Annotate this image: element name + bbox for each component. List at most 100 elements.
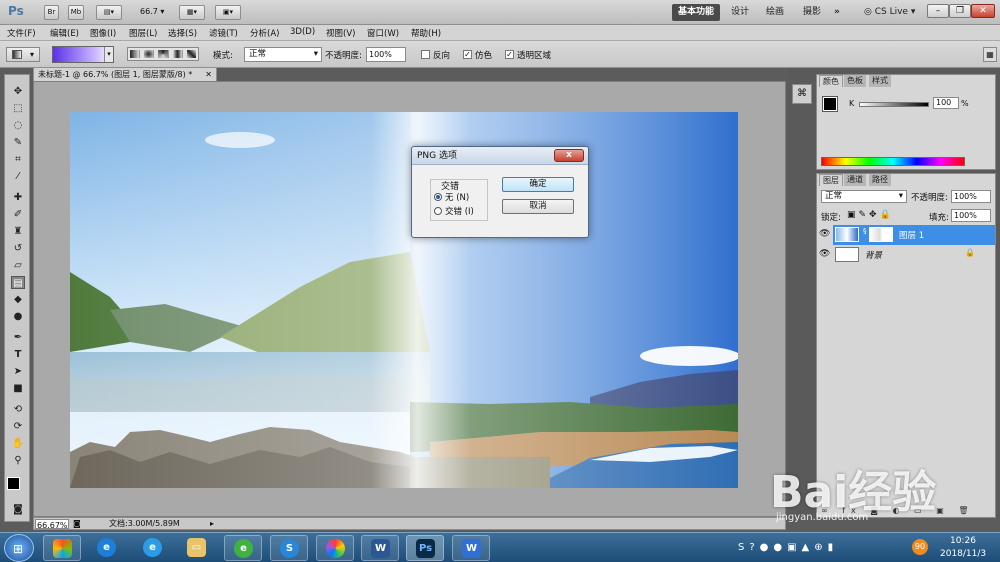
tab-layers[interactable]: 图层: [819, 174, 843, 186]
layer-row-background[interactable]: 背景 🔒: [833, 246, 995, 264]
zoom-tool-icon[interactable]: ⚲: [11, 454, 25, 467]
radio-interlaced[interactable]: [434, 207, 442, 215]
taskbar-ie-2[interactable]: e: [134, 535, 172, 561]
taskbar-photoshop[interactable]: Ps: [406, 535, 444, 561]
menu-filter[interactable]: 滤镜(T): [209, 27, 238, 39]
tab-color[interactable]: 颜色: [819, 75, 843, 87]
k-slider[interactable]: [859, 102, 929, 107]
layer-1-mask-thumbnail[interactable]: [869, 227, 893, 242]
status-info-icon[interactable]: ◙: [73, 518, 81, 529]
background-visibility-icon[interactable]: 👁: [819, 249, 830, 259]
ok-button[interactable]: 确定: [502, 177, 574, 192]
opacity-input[interactable]: 100%: [366, 47, 406, 62]
link-icon[interactable]: §: [863, 227, 867, 242]
tab-styles[interactable]: 样式: [869, 75, 891, 87]
dialog-title-bar[interactable]: PNG 选项 x: [412, 147, 588, 165]
quick-mask-icon[interactable]: ◙: [11, 503, 25, 516]
diamond-gradient-icon[interactable]: [186, 50, 197, 58]
layer-1-visibility-icon[interactable]: 👁: [819, 229, 830, 239]
pen-tool-icon[interactable]: ✒: [11, 331, 25, 344]
canvas-image[interactable]: [70, 112, 738, 488]
status-menu-arrow[interactable]: ▸: [210, 518, 214, 529]
system-tray-icons[interactable]: S?●●▣▲⊕▮: [738, 542, 838, 553]
menu-view[interactable]: 视图(V): [326, 27, 355, 39]
workspace-design[interactable]: 设计: [725, 4, 755, 21]
workspace-essentials[interactable]: 基本功能: [672, 4, 721, 21]
dodge-tool-icon[interactable]: ●: [11, 310, 25, 323]
minibridge-button[interactable]: Mb: [68, 5, 84, 20]
radio-none[interactable]: [434, 193, 442, 201]
start-button[interactable]: ⊞: [4, 534, 34, 562]
taskbar-sogou[interactable]: S: [270, 535, 308, 561]
gradient-editor-swatch[interactable]: ▾: [52, 46, 114, 63]
linear-gradient-icon[interactable]: [130, 50, 141, 58]
menu-3d[interactable]: 3D(D): [290, 27, 315, 37]
menu-image[interactable]: 图像(I): [90, 27, 116, 39]
radio-interlaced-label[interactable]: 交错 (I): [445, 205, 474, 217]
menu-file[interactable]: 文件(F): [7, 27, 36, 39]
tool-preset-picker[interactable]: ▾: [6, 47, 40, 62]
dialog-close-button[interactable]: x: [554, 149, 584, 162]
history-brush-tool-icon[interactable]: ↺: [11, 242, 25, 255]
reverse-checkbox[interactable]: [421, 50, 430, 59]
gradient-tool-icon[interactable]: ▤: [11, 276, 25, 289]
dither-checkbox[interactable]: ✓: [463, 50, 472, 59]
background-layer-name[interactable]: 背景: [865, 249, 882, 261]
brush-tool-icon[interactable]: ✐: [11, 208, 25, 221]
healing-brush-tool-icon[interactable]: ✚: [11, 191, 25, 204]
quick-select-tool-icon[interactable]: ✎: [11, 136, 25, 149]
angle-gradient-icon[interactable]: [158, 50, 169, 58]
cancel-button[interactable]: 取消: [502, 199, 574, 214]
minimize-button[interactable]: –: [927, 4, 949, 18]
foreground-swatch[interactable]: [822, 96, 838, 112]
clock-time[interactable]: 10:26: [950, 536, 976, 546]
menu-analysis[interactable]: 分析(A): [250, 27, 279, 39]
restore-button[interactable]: ❐: [949, 4, 971, 18]
fill-input[interactable]: 100%: [951, 209, 991, 222]
workspace-photography[interactable]: 摄影: [797, 4, 827, 21]
taskbar-ie[interactable]: e: [88, 535, 126, 561]
crop-tool-icon[interactable]: ⌗: [11, 153, 25, 166]
path-selection-tool-icon[interactable]: ➤: [11, 365, 25, 378]
view-extras-button[interactable]: ▤▾: [96, 5, 122, 20]
eyedropper-tool-icon[interactable]: ⁄: [11, 170, 25, 183]
screen-mode-button[interactable]: ▣▾: [215, 5, 241, 20]
zoom-status-field[interactable]: 66.67%: [35, 519, 69, 530]
clock-date[interactable]: 2018/11/3: [940, 549, 986, 559]
taskbar-word[interactable]: W: [361, 535, 399, 561]
close-button[interactable]: ✕: [971, 4, 995, 18]
marquee-tool-icon[interactable]: ⬚: [11, 102, 25, 115]
eraser-tool-icon[interactable]: ▱: [11, 259, 25, 272]
taskbar-wps[interactable]: W: [452, 535, 490, 561]
tray-badge[interactable]: 90: [912, 539, 928, 555]
lasso-tool-icon[interactable]: ◌: [11, 119, 25, 132]
3d-rotate-tool-icon[interactable]: ⟲: [11, 403, 25, 416]
taskbar-app-1[interactable]: [43, 535, 81, 561]
blend-mode-select[interactable]: 正常 ▾: [821, 190, 907, 203]
layer-1-name[interactable]: 图层 1: [899, 229, 924, 241]
lock-icons[interactable]: ▣✎✥🔒: [847, 210, 894, 220]
type-tool-icon[interactable]: T: [11, 348, 25, 361]
layer-opacity-input[interactable]: 100%: [951, 190, 991, 203]
menu-select[interactable]: 选择(S): [168, 27, 197, 39]
document-tab[interactable]: 未标题-1 @ 66.7% (图层 1, 图层蒙版/8) * ✕: [33, 67, 217, 81]
radio-none-label[interactable]: 无 (N): [445, 191, 469, 203]
color-spectrum-bar[interactable]: [821, 157, 965, 166]
layer-row-1[interactable]: § 图层 1: [833, 225, 995, 245]
transparency-checkbox[interactable]: ✓: [505, 50, 514, 59]
arrange-documents-button[interactable]: ▦▾: [179, 5, 205, 20]
k-value-input[interactable]: 100: [933, 97, 959, 109]
taskbar-explorer[interactable]: ▭: [178, 535, 216, 561]
tab-channels[interactable]: 通道: [844, 174, 866, 186]
taskbar-picture[interactable]: [316, 535, 354, 561]
shape-tool-icon[interactable]: ■: [11, 382, 25, 395]
clone-stamp-tool-icon[interactable]: ♜: [11, 225, 25, 238]
close-document-icon[interactable]: ✕: [205, 68, 212, 81]
mode-select[interactable]: 正常 ▾: [244, 47, 322, 62]
panel-toggle-icon[interactable]: ▦: [983, 47, 997, 62]
move-tool-icon[interactable]: ✥: [11, 85, 25, 98]
taskbar-360[interactable]: e: [224, 535, 262, 561]
tab-paths[interactable]: 路径: [869, 174, 891, 186]
more-workspaces-button[interactable]: »: [828, 4, 846, 21]
menu-layer[interactable]: 图层(L): [129, 27, 157, 39]
